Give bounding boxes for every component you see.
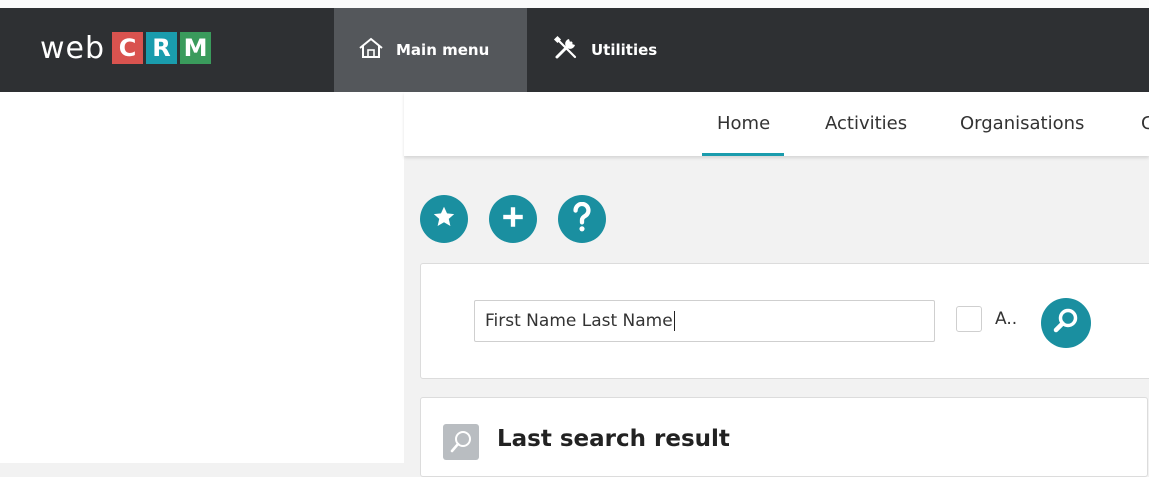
favorite-button[interactable]: [420, 195, 468, 243]
utilities-label: Utilities: [591, 41, 658, 59]
logo-letter-r: R: [146, 32, 178, 64]
main-menu-button[interactable]: Main menu: [334, 8, 527, 92]
text-cursor: [673, 311, 675, 331]
tools-icon: [553, 35, 579, 66]
last-search-title: Last search result: [497, 426, 730, 452]
utilities-button[interactable]: Utilities: [527, 8, 697, 92]
logo-letter-c: C: [112, 32, 144, 64]
tab-activities[interactable]: Activities: [825, 92, 907, 156]
search-icon: [443, 424, 479, 460]
last-search-card: Last search result: [420, 397, 1148, 477]
search-input-value: First Name Last Name: [485, 311, 673, 331]
left-panel: [0, 92, 404, 463]
active-tab-indicator: [702, 153, 784, 156]
tab-home[interactable]: Home: [717, 92, 770, 156]
search-input[interactable]: First Name Last Name: [474, 300, 935, 342]
tab-bar: Home Activities Organisations C: [404, 92, 1149, 156]
search-option-label: A..: [995, 309, 1018, 329]
main-menu-label: Main menu: [396, 41, 490, 59]
search-card: First Name Last Name A..: [420, 263, 1149, 379]
webcrm-logo[interactable]: web C R M: [40, 30, 212, 66]
search-icon: [1051, 306, 1081, 341]
help-button[interactable]: [558, 195, 606, 243]
logo-letter-m: M: [180, 32, 212, 64]
star-icon: [431, 204, 457, 235]
add-button[interactable]: [489, 195, 537, 243]
search-button[interactable]: [1041, 298, 1091, 348]
home-icon: [358, 36, 384, 65]
plus-icon: [500, 204, 526, 235]
logo-text: web: [40, 30, 106, 66]
search-option-checkbox[interactable]: [956, 306, 982, 332]
tab-organisations[interactable]: Organisations: [960, 92, 1084, 156]
tab-cut-off[interactable]: C: [1141, 92, 1149, 156]
question-icon: [569, 201, 595, 237]
